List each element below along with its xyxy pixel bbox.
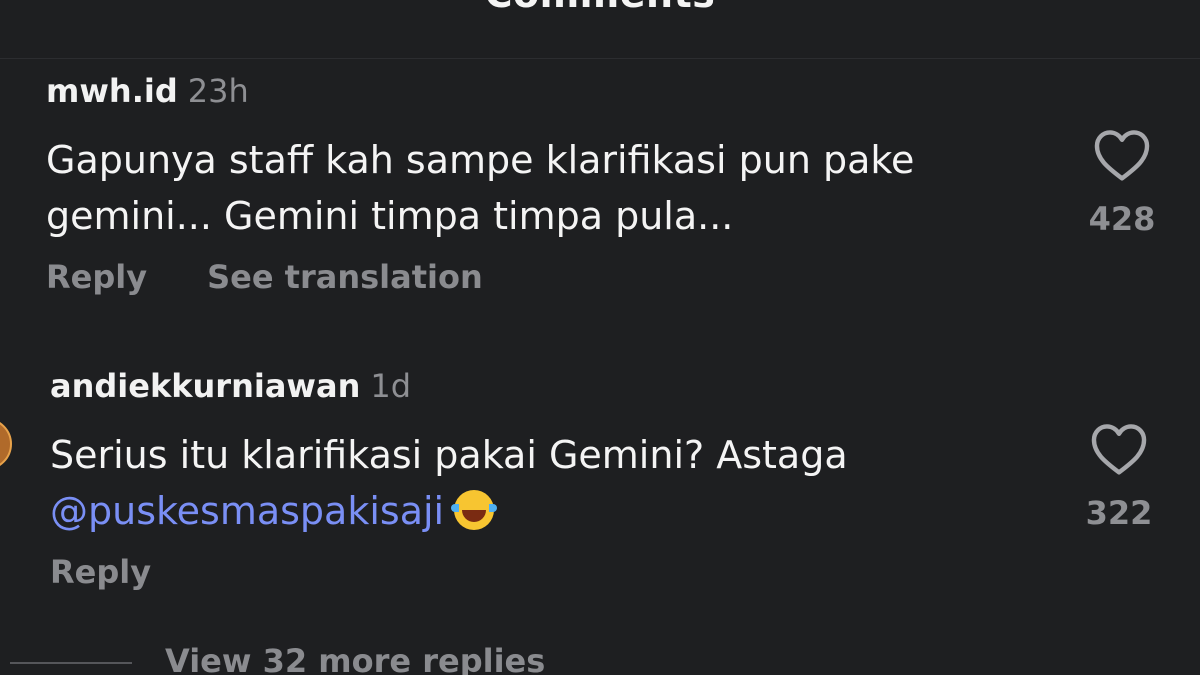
heart-icon[interactable] (1089, 422, 1149, 476)
replies-divider (10, 662, 132, 664)
comment-actions: Reply (50, 553, 151, 591)
like-control: 322 (1079, 422, 1159, 532)
reply-button[interactable]: Reply (50, 553, 151, 591)
comment-text: Serius itu klarifikasi pakai Gemini? Ast… (50, 427, 848, 539)
comments-header: Comments (0, 0, 1200, 59)
like-count: 322 (1085, 494, 1153, 532)
comment-author[interactable]: mwh.id 23h (46, 72, 249, 110)
comment-text-line: @puskesmaspakisaji (50, 483, 848, 539)
comment-timestamp: 1d (370, 367, 412, 405)
avatar[interactable] (0, 418, 12, 470)
like-control: 428 (1082, 128, 1162, 238)
comment-text-line: gemini... Gemini timpa timpa pula... (46, 194, 734, 238)
mention-link[interactable]: @puskesmaspakisaji (50, 489, 444, 533)
heart-icon[interactable] (1092, 128, 1152, 182)
username[interactable]: mwh.id (46, 72, 178, 110)
comment-author[interactable]: andiekkurniawan 1d (50, 367, 411, 405)
comment-text: Gapunya staff kah sampe klarifikasi pun … (46, 132, 914, 244)
comment-actions: Reply See translation (46, 258, 483, 296)
comment-text-line: Serius itu klarifikasi pakai Gemini? Ast… (50, 433, 848, 477)
like-count: 428 (1088, 200, 1156, 238)
comments-title: Comments (0, 0, 1200, 16)
laughing-tears-emoji-icon (451, 490, 498, 530)
username[interactable]: andiekkurniawan (50, 367, 360, 405)
comment-timestamp: 23h (187, 72, 249, 110)
view-more-replies[interactable]: View 32 more replies (0, 636, 1200, 675)
comments-sheet: Comments mwh.id23h Gapunya staff kah sam… (0, 0, 1200, 675)
comment-text-line: Gapunya staff kah sampe klarifikasi pun … (46, 138, 915, 182)
reply-button[interactable]: Reply (46, 258, 147, 296)
see-translation-button[interactable]: See translation (207, 258, 483, 296)
view-more-replies-label[interactable]: View 32 more replies (165, 642, 545, 675)
